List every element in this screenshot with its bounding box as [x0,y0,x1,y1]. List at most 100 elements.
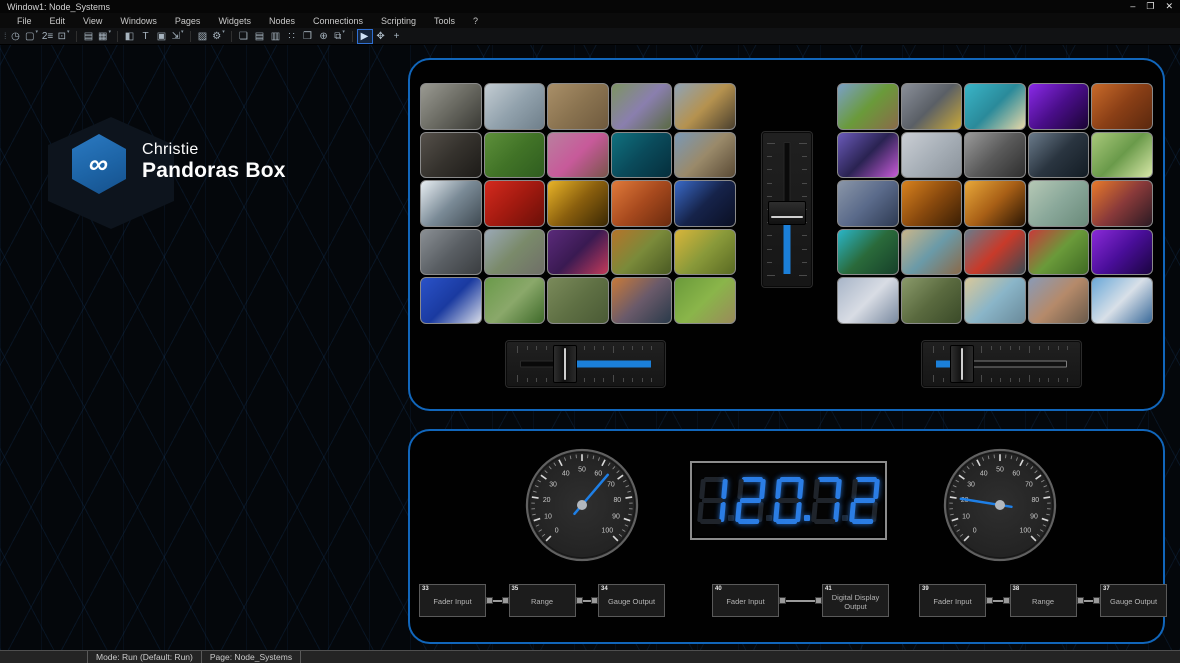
rectangle-widget-icon[interactable]: ▢▾ [24,29,40,44]
globe-icon[interactable]: ⊕ [316,29,332,44]
thumbnail-country-road[interactable] [484,229,546,276]
thumbnail-marina-boats[interactable] [837,180,899,227]
list-widget-icon[interactable]: 2≡ [40,29,56,44]
thumbnail-orange-city[interactable] [1091,83,1153,130]
grid-widget-icon[interactable]: ▦▾ [97,29,113,44]
thumbnail-lavender-field[interactable] [611,83,673,130]
slider-thumb[interactable] [950,345,974,383]
image-widget-icon[interactable]: ▨ [195,29,211,44]
thumbnail-street-legs[interactable] [420,132,482,179]
node-fader-input[interactable]: 40Fader Input [712,584,779,617]
thumbnail-farm-field[interactable] [674,277,736,324]
output-pin[interactable] [576,597,583,604]
crosshair-icon[interactable]: + [389,29,405,44]
input-pin[interactable] [1093,597,1100,604]
titlebar-widget-icon[interactable]: ▤ [81,29,97,44]
maximize-button[interactable]: ❐ [1146,2,1154,11]
thumbnail-forest-lagoon[interactable] [837,229,899,276]
notes-page-icon[interactable]: ▤ [252,29,268,44]
paste-icon[interactable]: ❒ [300,29,316,44]
thumbnail-wildlife-pair[interactable] [547,83,609,130]
thumbnail-skyscrapers[interactable] [837,277,899,324]
thumbnail-park-walk[interactable] [484,277,546,324]
thumbnail-lake-sunset[interactable] [1091,180,1153,227]
pan-icon[interactable]: ✥ [373,29,389,44]
thumbnail-forest-trail[interactable] [901,277,963,324]
menu-help[interactable]: ? [464,16,487,26]
thumbnail-purple-lightning[interactable] [1028,83,1090,130]
thumbnail-blue-plasma[interactable] [674,180,736,227]
thumbnail-apple-tree[interactable] [1028,229,1090,276]
slider-thumb[interactable] [553,345,577,383]
thumbnail-gold-swirl[interactable] [547,180,609,227]
horizontal-slider-left[interactable] [506,341,665,387]
text-widget-icon[interactable]: T [138,29,154,44]
output-pin[interactable] [1077,597,1084,604]
thumbnail-hillside-town[interactable] [1028,277,1090,324]
thumbnail-sea-foam[interactable] [1028,180,1090,227]
node-gauge-output[interactable]: 37Gauge Output [1100,584,1167,617]
thumbnail-fire-bokeh[interactable] [901,180,963,227]
thumbnail-vintage-crowd[interactable] [964,132,1026,179]
thumbnail-teal-lines[interactable] [611,132,673,179]
menu-tools[interactable]: Tools [425,16,464,26]
thumbnail-skydiver-sky[interactable] [484,83,546,130]
node-digital-display-output[interactable]: 41Digital Display Output [822,584,889,617]
thumbnail-barn-field[interactable] [837,83,899,130]
thumbnail-colosseum[interactable] [674,132,736,179]
button-widget-icon[interactable]: ▣ [154,29,170,44]
node-fader-input[interactable]: 33Fader Input [419,584,486,617]
input-pin[interactable] [591,597,598,604]
node-fader-input[interactable]: 39Fader Input [919,584,986,617]
horizontal-slider-right[interactable] [922,341,1081,387]
output-pin[interactable] [779,597,786,604]
input-pin[interactable] [815,597,822,604]
thumbnail-green-leaves[interactable] [484,132,546,179]
output-pin[interactable] [486,597,493,604]
thumbnail-violet-rays[interactable] [1091,229,1153,276]
node-range[interactable]: 38Range [1010,584,1077,617]
thumbnail-big-ben[interactable] [674,83,736,130]
thumbnail-girl-portrait[interactable] [547,132,609,179]
toolbar-grip[interactable]: ⁞ [4,31,5,41]
menu-view[interactable]: View [74,16,111,26]
thumbnail-geometric-pattern[interactable] [837,132,899,179]
thumbnail-crowded-beach[interactable] [964,277,1026,324]
thumbnail-autumn-park[interactable] [674,229,736,276]
menu-nodes[interactable]: Nodes [260,16,304,26]
thumbnail-hiker-red-jacket[interactable] [964,229,1026,276]
thumbnail-highway-aerial[interactable] [901,83,963,130]
close-button[interactable]: ✕ [1165,2,1173,11]
import-page-icon[interactable]: ▥ [268,29,284,44]
thumbnail-bridge-crowd[interactable] [420,229,482,276]
resize-widget-icon[interactable]: ⇲▾ [170,29,186,44]
thumbnail-waterfall[interactable] [420,83,482,130]
menu-pages[interactable]: Pages [166,16,210,26]
display-widget-icon[interactable]: ⊡▾ [56,29,72,44]
thumbnail-lake-clouds[interactable] [1091,277,1153,324]
menu-scripting[interactable]: Scripting [372,16,425,26]
clock-icon[interactable]: ◷ [8,29,24,44]
vertical-fader[interactable] [762,132,812,287]
input-pin[interactable] [502,597,509,604]
connections-icon[interactable]: ⧉▾ [332,29,348,44]
minimize-button[interactable]: – [1130,2,1135,11]
menu-connections[interactable]: Connections [304,16,372,26]
thumbnail-snow-mountains[interactable] [420,180,482,227]
thumbnail-orange-weave[interactable] [964,180,1026,227]
thumbnail-gray-mist[interactable] [901,132,963,179]
thumbnail-autumn-forest-aerial[interactable] [611,229,673,276]
menu-widgets[interactable]: Widgets [209,16,260,26]
output-pin[interactable] [986,597,993,604]
thumbnail-red-streaks[interactable] [484,180,546,227]
menu-file[interactable]: File [8,16,41,26]
thumbnail-forest-silhouette[interactable] [1028,132,1090,179]
new-page-icon[interactable]: ❏ [236,29,252,44]
dots-icon[interactable]: ∷ [284,29,300,44]
input-pin[interactable] [1003,597,1010,604]
thumbnail-beach-umbrella[interactable] [901,229,963,276]
panel-widget-icon[interactable]: ◧ [122,29,138,44]
menu-windows[interactable]: Windows [111,16,166,26]
node-gauge-output[interactable]: 34Gauge Output [598,584,665,617]
fader-thumb[interactable] [768,201,806,225]
